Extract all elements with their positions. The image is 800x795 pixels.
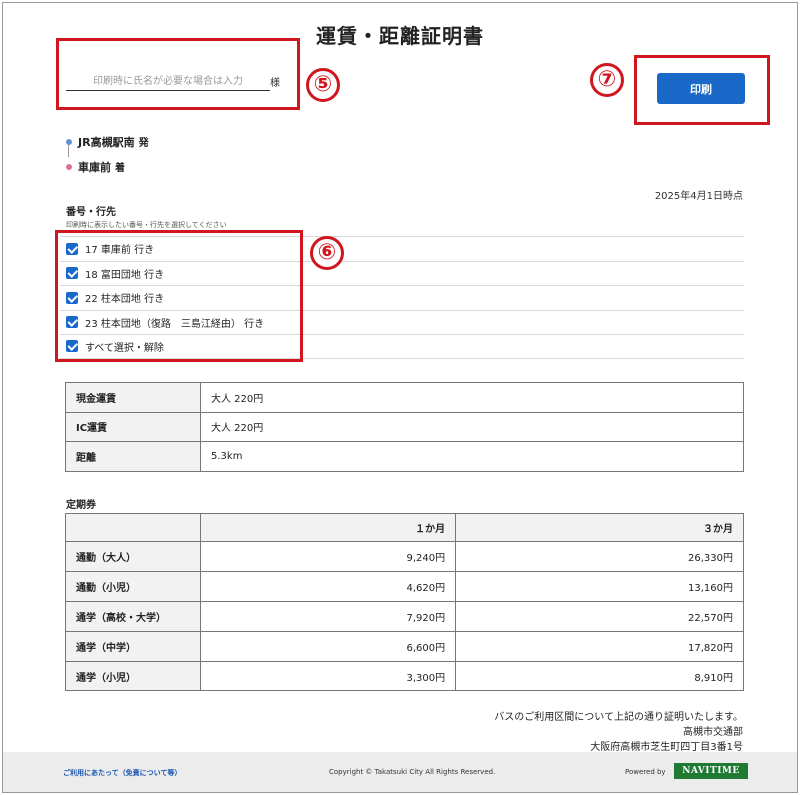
- origin-name: JR高槻駅南: [78, 136, 135, 149]
- route-origin: JR高槻駅南発: [66, 134, 149, 150]
- table-row: 通学（小児） 3,300円 8,910円: [65, 660, 744, 692]
- print-button[interactable]: 印刷: [657, 73, 745, 104]
- pass-one-month: 4,620円: [199, 570, 457, 602]
- table-row: 通学（中学） 6,600円 17,820円: [65, 630, 744, 662]
- pass-one-month: 6,600円: [199, 630, 457, 662]
- table-header-row: １か月 ３か月: [65, 513, 744, 542]
- certification-issuer: 高槻市交通部: [683, 727, 743, 738]
- origin-suffix: 発: [138, 138, 149, 149]
- pass-type: 通勤（小児）: [65, 570, 201, 602]
- header-three-month: ３か月: [455, 513, 744, 542]
- destination-name: 車庫前: [78, 161, 111, 174]
- copyright-text: Copyright © Takatsuki City All Rights Re…: [329, 768, 496, 776]
- pass-three-month: 17,820円: [455, 630, 744, 662]
- header-blank: [65, 513, 201, 542]
- annotation-badge-5: ⑤: [306, 68, 340, 102]
- route-connector: [68, 145, 69, 157]
- lines-section-hint: 印刷時に表示したい番号・行先を選択してください: [66, 221, 227, 229]
- pass-type: 通学（小児）: [65, 660, 201, 692]
- pass-one-month: 7,920円: [199, 600, 457, 632]
- table-row: 通勤（小児） 4,620円 13,160円: [65, 570, 744, 602]
- origin-dot-icon: [66, 139, 72, 145]
- certification-address: 大阪府高槻市芝生町四丁目3番1号: [590, 742, 743, 753]
- fare-label: 現金運賃: [65, 382, 201, 413]
- annotation-box-name: [56, 38, 300, 110]
- annotation-badge-7: ⑦: [590, 63, 624, 97]
- page-footer: ご利用にあたって（免責について等） Copyright © Takatsuki …: [3, 752, 797, 792]
- fare-label: IC運賃: [65, 411, 201, 442]
- header-one-month: １か月: [199, 513, 457, 542]
- commuter-pass-table: １か月 ３か月 通勤（大人） 9,240円 26,330円 通勤（小児） 4,620円…: [65, 513, 744, 692]
- fare-value: 大人 220円: [200, 382, 744, 413]
- navitime-logo: NAVITIME: [674, 763, 748, 779]
- pass-three-month: 8,910円: [455, 660, 744, 692]
- pass-three-month: 22,570円: [455, 600, 744, 632]
- annotation-box-routes: [55, 230, 303, 362]
- as-of-date: 2025年4月1日時点: [654, 191, 743, 202]
- fare-value: 大人 220円: [200, 411, 744, 442]
- lines-section-label: 番号・行先: [66, 207, 116, 218]
- table-row: 距離 5.3km: [65, 441, 744, 472]
- powered-by-text: Powered by: [625, 768, 666, 776]
- certification-statement: バスのご利用区間について上記の通り証明いたします。: [494, 712, 743, 723]
- pass-one-month: 9,240円: [199, 541, 457, 572]
- table-row: 通勤（大人） 9,240円 26,330円: [65, 541, 744, 572]
- pass-three-month: 26,330円: [455, 541, 744, 572]
- table-row: IC運賃 大人 220円: [65, 411, 744, 442]
- fare-value: 5.3km: [200, 441, 744, 472]
- table-row: 通学（高校・大学） 7,920円 22,570円: [65, 600, 744, 632]
- pass-one-month: 3,300円: [199, 660, 457, 692]
- destination-suffix: 着: [115, 163, 125, 174]
- destination-dot-icon: [66, 164, 72, 170]
- terms-link[interactable]: ご利用にあたって（免責について等）: [63, 768, 181, 778]
- route-destination: 車庫前着: [66, 159, 125, 175]
- pass-type: 通学（高校・大学）: [65, 600, 201, 632]
- pass-three-month: 13,160円: [455, 570, 744, 602]
- fare-label: 距離: [65, 441, 201, 472]
- pass-type: 通勤（大人）: [65, 541, 201, 572]
- annotation-badge-6: ⑥: [310, 236, 344, 270]
- table-row: 現金運賃 大人 220円: [65, 382, 744, 413]
- pass-type: 通学（中学）: [65, 630, 201, 662]
- pass-section-label: 定期券: [66, 500, 96, 511]
- fare-table: 現金運賃 大人 220円 IC運賃 大人 220円 距離 5.3km: [65, 382, 744, 472]
